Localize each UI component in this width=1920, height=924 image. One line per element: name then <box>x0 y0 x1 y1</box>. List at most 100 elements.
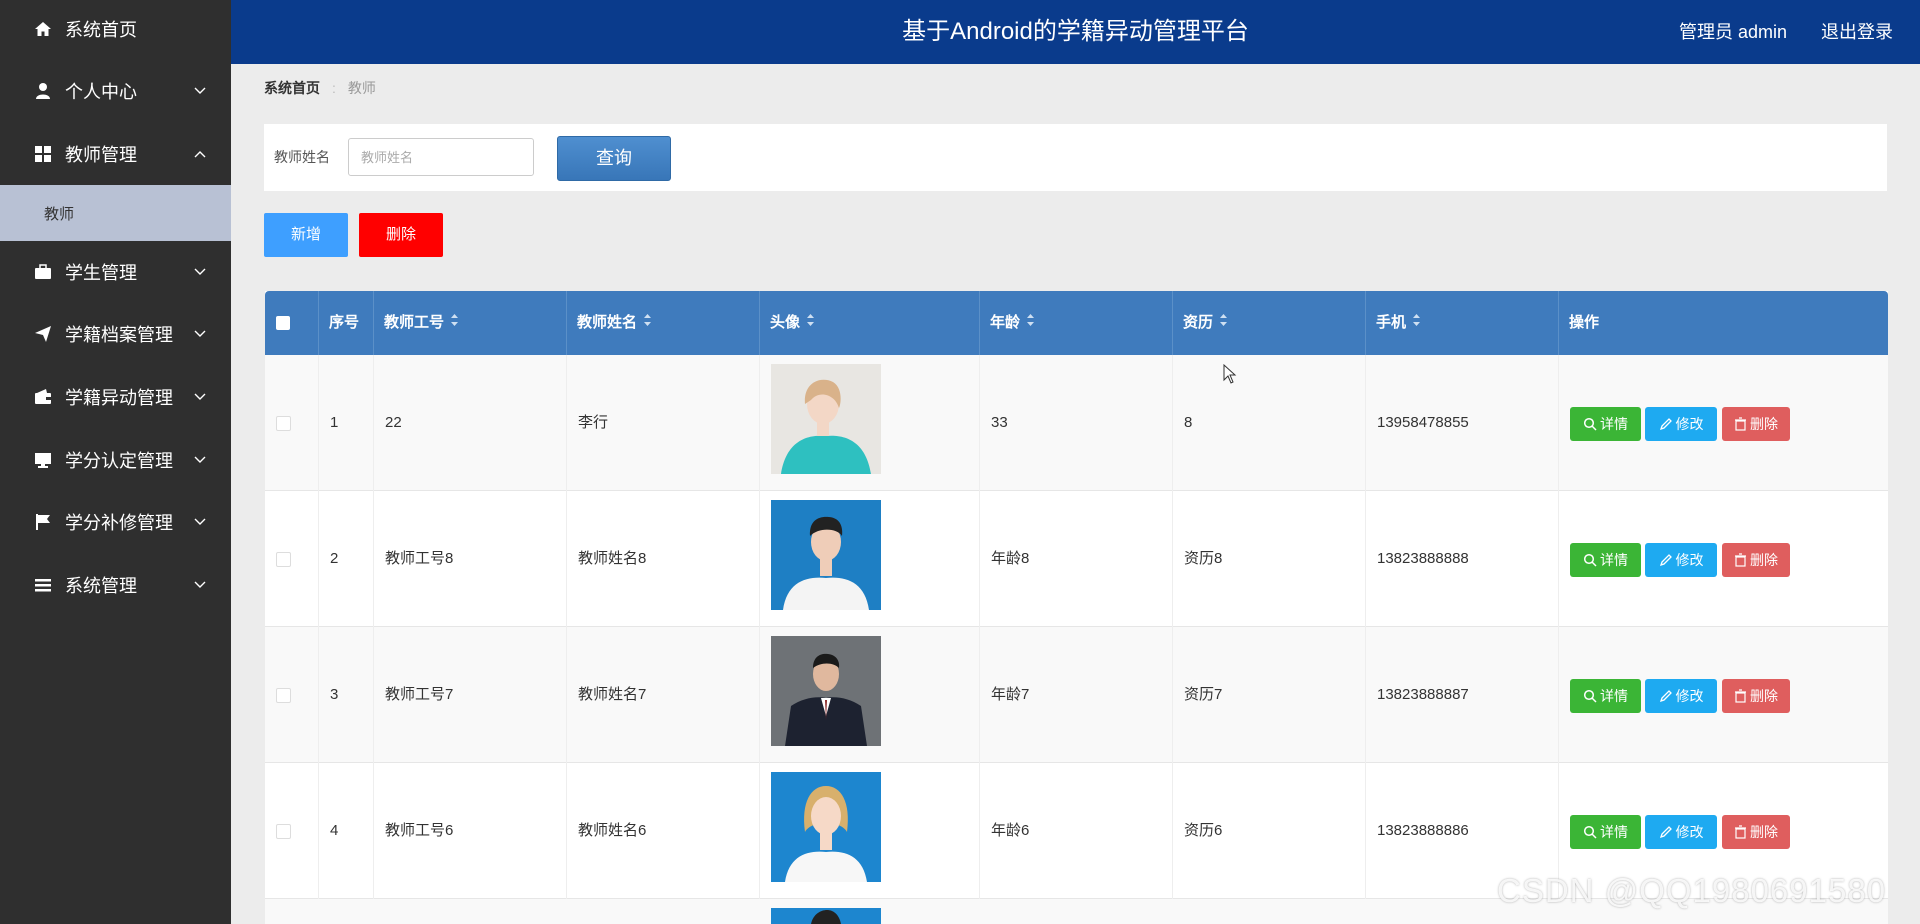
teacher-name-cell: 教师姓名8 <box>567 491 760 627</box>
search-icon <box>1583 553 1597 567</box>
sort-icon[interactable] <box>806 291 815 355</box>
table-row: 1 22 李行 33 8 13958478855 详情 修改 删除 <box>265 355 1888 491</box>
grid-icon <box>33 144 53 164</box>
row-checkbox[interactable] <box>276 824 291 839</box>
chevron-down-icon <box>193 390 207 404</box>
age-cell: 年龄7 <box>980 627 1173 763</box>
table-header: 序号 教师工号 教师姓名 头像 年龄 资历 手机 操作 <box>265 291 1888 355</box>
breadcrumb-separator: : <box>332 80 336 96</box>
avatar-image <box>771 500 881 610</box>
row-checkbox[interactable] <box>276 688 291 703</box>
detail-button[interactable]: 详情 <box>1570 407 1641 441</box>
table-row: 3 教师工号7 教师姓名7 年龄7 资历7 13823888887 详情 修改 … <box>265 627 1888 763</box>
user-icon <box>33 81 53 101</box>
sidebar-item-change-management[interactable]: 学籍异动管理 <box>0 373 231 421</box>
detail-button[interactable]: 详情 <box>1570 815 1641 849</box>
row-delete-button[interactable]: 删除 <box>1722 407 1790 441</box>
avatar-image <box>771 364 881 474</box>
teacher-name-input[interactable] <box>348 138 534 176</box>
phone-cell: 13823888887 <box>1366 627 1559 763</box>
row-checkbox[interactable] <box>276 552 291 567</box>
column-header-avatar[interactable]: 头像 <box>760 291 980 355</box>
query-button[interactable]: 查询 <box>557 136 671 181</box>
column-header-phone[interactable]: 手机 <box>1366 291 1559 355</box>
sidebar-item-credit-makeup[interactable]: 学分补修管理 <box>0 498 231 546</box>
briefcase-icon <box>33 262 53 282</box>
row-delete-button[interactable]: 删除 <box>1722 679 1790 713</box>
sidebar-subitem-teacher[interactable]: 教师 <box>0 185 231 241</box>
chevron-down-icon <box>193 453 207 467</box>
detail-button[interactable]: 详情 <box>1570 543 1641 577</box>
delete-button[interactable]: 删除 <box>359 213 443 257</box>
chevron-down-icon <box>193 265 207 279</box>
row-delete-button[interactable]: 删除 <box>1722 543 1790 577</box>
age-cell: 33 <box>980 355 1173 491</box>
flag-icon <box>33 512 53 532</box>
send-icon <box>33 324 53 344</box>
logout-link[interactable]: 退出登录 <box>1821 0 1893 64</box>
sort-icon[interactable] <box>450 291 459 355</box>
monitor-icon <box>33 450 53 470</box>
sidebar-item-label: 学分补修管理 <box>65 513 173 533</box>
sidebar: 系统首页 个人中心 教师管理 教师 学生管理 学籍档案管理 学籍异动管理 学分认… <box>0 0 231 924</box>
breadcrumb-home[interactable]: 系统首页 <box>264 78 320 98</box>
detail-button[interactable]: 详情 <box>1570 679 1641 713</box>
home-icon <box>33 19 53 39</box>
search-icon <box>1583 689 1597 703</box>
column-header-actions: 操作 <box>1569 314 1600 331</box>
sidebar-item-label: 学生管理 <box>65 263 137 283</box>
seniority-cell: 8 <box>1173 355 1366 491</box>
age-cell: 年龄8 <box>980 491 1173 627</box>
seniority-cell: 资历6 <box>1173 763 1366 899</box>
sidebar-item-archive-management[interactable]: 学籍档案管理 <box>0 310 231 358</box>
phone-cell: 13958478855 <box>1366 355 1559 491</box>
row-delete-button[interactable]: 删除 <box>1722 815 1790 849</box>
sidebar-item-label: 学籍异动管理 <box>65 388 173 408</box>
avatar-image <box>771 636 881 746</box>
chevron-down-icon <box>193 84 207 98</box>
row-select-cell <box>265 355 319 491</box>
row-select-cell <box>265 627 319 763</box>
sidebar-item-credit-recognition[interactable]: 学分认定管理 <box>0 436 231 484</box>
sidebar-item-label: 系统管理 <box>65 576 137 596</box>
edit-button[interactable]: 修改 <box>1645 679 1717 713</box>
sidebar-item-teacher-management[interactable]: 教师管理 <box>0 130 231 178</box>
row-select-cell <box>265 491 319 627</box>
column-header-seniority[interactable]: 资历 <box>1173 291 1366 355</box>
trash-icon <box>1735 553 1746 567</box>
sort-icon[interactable] <box>643 291 652 355</box>
sidebar-item-system-management[interactable]: 系统管理 <box>0 561 231 609</box>
wallet-icon <box>33 387 53 407</box>
add-button[interactable]: 新增 <box>264 213 348 257</box>
edit-icon <box>1659 418 1672 431</box>
sidebar-item-label: 系统首页 <box>65 20 137 40</box>
avatar-image <box>771 772 881 882</box>
edit-button[interactable]: 修改 <box>1645 407 1717 441</box>
column-header-teacher-id[interactable]: 教师工号 <box>374 291 567 355</box>
edit-button[interactable]: 修改 <box>1645 543 1717 577</box>
mouse-cursor-icon <box>1223 363 1237 389</box>
column-header-age[interactable]: 年龄 <box>980 291 1173 355</box>
teacher-id-cell: 教师工号8 <box>374 491 567 627</box>
edit-button[interactable]: 修改 <box>1645 815 1717 849</box>
index-cell: 4 <box>319 763 374 899</box>
select-all-checkbox[interactable] <box>276 316 290 330</box>
age-cell: 年龄6 <box>980 763 1173 899</box>
sidebar-item-personal-center[interactable]: 个人中心 <box>0 67 231 115</box>
row-checkbox[interactable] <box>276 416 291 431</box>
watermark: CSDN @QQ1980691580 <box>1497 872 1887 909</box>
avatar-image <box>771 908 881 924</box>
column-header-teacher-name[interactable]: 教师姓名 <box>567 291 760 355</box>
sidebar-item-label: 学籍档案管理 <box>65 325 173 345</box>
header-select-all-cell <box>265 291 319 355</box>
sort-icon[interactable] <box>1412 291 1421 355</box>
search-icon <box>1583 417 1597 431</box>
edit-icon <box>1659 554 1672 567</box>
row-select-cell <box>265 763 319 899</box>
sidebar-item-student-management[interactable]: 学生管理 <box>0 248 231 296</box>
sidebar-item-home[interactable]: 系统首页 <box>0 5 231 53</box>
teacher-name-cell: 李行 <box>567 355 760 491</box>
teacher-name-cell: 教师姓名6 <box>567 763 760 899</box>
sort-icon[interactable] <box>1219 291 1228 355</box>
sort-icon[interactable] <box>1026 291 1035 355</box>
